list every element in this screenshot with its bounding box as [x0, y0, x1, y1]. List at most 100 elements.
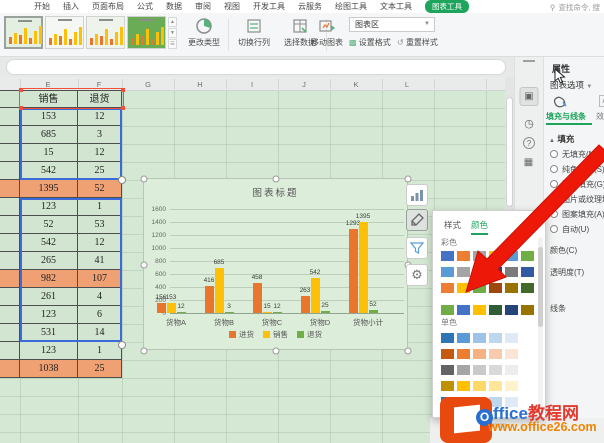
chart-selection-handle[interactable] [273, 348, 280, 355]
fill-option-label[interactable]: 图片或纹理填充(P) [562, 194, 604, 205]
ribbon-tab-3[interactable]: 公式 [137, 1, 153, 12]
column-header-G[interactable]: G [145, 80, 151, 89]
column-headers[interactable]: EFGHIJKL [0, 77, 505, 91]
colorful-palette-row-3[interactable] [441, 305, 534, 315]
chart-selection-handle[interactable] [405, 176, 412, 183]
collapse-dash-icon[interactable] [523, 60, 535, 62]
color-swatch[interactable] [473, 333, 486, 343]
fill-section-header[interactable]: ▲ 填充 [549, 133, 574, 145]
ribbon-tab-1[interactable]: 插入 [63, 1, 79, 12]
color-swatch[interactable] [521, 305, 534, 315]
chart-filter-button[interactable] [406, 237, 428, 259]
color-swatch[interactable] [473, 349, 486, 359]
chart-style-thumb-1[interactable] [45, 16, 84, 49]
column-header-F[interactable]: F [97, 80, 102, 89]
line-section-label[interactable]: 线条 [550, 303, 566, 314]
colorful-palette-row-0[interactable] [441, 251, 534, 261]
bar-进货[interactable] [205, 286, 214, 313]
radio-4[interactable] [550, 210, 558, 218]
radio-5[interactable] [550, 225, 558, 233]
bar-退货[interactable] [321, 311, 330, 313]
color-swatch[interactable] [489, 333, 502, 343]
bar-进货[interactable] [301, 296, 310, 313]
color-swatch[interactable] [489, 349, 502, 359]
bar-退货[interactable] [369, 310, 378, 313]
tab-fill-and-line[interactable]: 填充与线条 [546, 111, 586, 122]
formula-bar-input[interactable] [6, 59, 506, 75]
color-swatch[interactable] [457, 267, 470, 277]
ribbon-tab-8[interactable]: 云服务 [298, 1, 322, 12]
column-header-H[interactable]: H [197, 80, 202, 89]
history-clock-icon[interactable]: ◷ [524, 117, 534, 130]
tab-effect[interactable]: 效果 [596, 111, 604, 122]
column-header-E[interactable]: E [45, 80, 50, 89]
color-label[interactable]: 颜色(C) [550, 245, 577, 256]
color-swatch[interactable] [441, 349, 454, 359]
radio-1[interactable] [550, 165, 558, 173]
color-swatch[interactable] [489, 305, 502, 315]
gallery-scroll-up[interactable]: ▲ [168, 17, 177, 27]
fill-option-label[interactable]: 无填充(N) [562, 149, 597, 160]
column-header-I[interactable]: I [251, 80, 253, 89]
color-swatch[interactable] [457, 283, 470, 293]
color-swatch[interactable] [505, 349, 518, 359]
color-swatch[interactable] [489, 267, 502, 277]
color-swatch[interactable] [457, 333, 470, 343]
color-swatch[interactable] [521, 267, 534, 277]
chart-style-thumb-2[interactable] [86, 16, 125, 49]
colorful-palette-row-2[interactable] [441, 283, 534, 293]
bar-退货[interactable] [225, 312, 234, 313]
color-swatch[interactable] [489, 365, 502, 375]
fill-option-label[interactable]: 纯色填充(S) [562, 164, 604, 175]
radio-2[interactable] [550, 180, 558, 188]
ribbon-tab-2[interactable]: 页面布局 [92, 1, 124, 12]
ribbon-tab-6[interactable]: 视图 [224, 1, 240, 12]
fill-option-label[interactable]: 渐变填充(G) [562, 179, 604, 190]
bar-销售[interactable] [263, 312, 272, 313]
color-swatch[interactable] [505, 333, 518, 343]
ribbon-tab-5[interactable]: 审阅 [195, 1, 211, 12]
bar-销售[interactable] [359, 222, 368, 313]
chart-style-button[interactable] [406, 209, 428, 231]
color-swatch[interactable] [441, 365, 454, 375]
ribbon-tab-10[interactable]: 文本工具 [380, 1, 412, 12]
ribbon-tab-4[interactable]: 数据 [166, 1, 182, 12]
chart-selection-handle[interactable] [141, 262, 148, 269]
color-swatch[interactable] [505, 365, 518, 375]
color-swatch[interactable] [473, 365, 486, 375]
color-swatch[interactable] [473, 305, 486, 315]
chart-style-thumb-3[interactable] [127, 16, 166, 49]
color-swatch[interactable] [457, 365, 470, 375]
chart-legend[interactable]: 进货销售退货 [144, 329, 407, 340]
chart-selection-handle[interactable] [273, 176, 280, 183]
command-search[interactable]: ⚲ 查找命令, 搜 [550, 2, 600, 13]
color-swatch[interactable] [441, 283, 454, 293]
mono-palette-row-1[interactable] [441, 349, 518, 359]
color-swatch[interactable] [441, 267, 454, 277]
ribbon-tab-7[interactable]: 开发工具 [253, 1, 285, 12]
color-swatch[interactable] [505, 283, 518, 293]
mono-palette-row-2[interactable] [441, 365, 518, 375]
chart-style-thumb-0[interactable] [4, 16, 43, 49]
transparency-label[interactable]: 透明度(T) [550, 267, 584, 278]
apps-grid-icon[interactable]: ▦ [524, 157, 534, 168]
bar-进货[interactable] [349, 229, 358, 313]
colorful-palette-row-1[interactable] [441, 267, 534, 277]
color-swatch[interactable] [441, 305, 454, 315]
color-swatch[interactable] [457, 251, 470, 261]
ribbon-tab-9[interactable]: 绘图工具 [335, 1, 367, 12]
mono-palette-row-0[interactable] [441, 333, 518, 343]
bar-进货[interactable] [157, 303, 166, 313]
fill-option-label[interactable]: 自动(U) [562, 224, 589, 235]
legend-item[interactable]: 销售 [263, 329, 288, 340]
legend-item[interactable]: 进货 [229, 329, 254, 340]
legend-item[interactable]: 退货 [297, 329, 322, 340]
chart-selection-handle[interactable] [405, 348, 412, 355]
color-swatch[interactable] [521, 283, 534, 293]
radio-3[interactable] [550, 195, 558, 203]
color-swatch[interactable] [489, 283, 502, 293]
chart-elements-button[interactable] [406, 184, 428, 206]
change-type-button[interactable]: 更改类型 [184, 17, 224, 48]
gallery-scroll-down[interactable]: ▼ [168, 28, 177, 38]
help-icon[interactable]: ? [523, 137, 535, 149]
